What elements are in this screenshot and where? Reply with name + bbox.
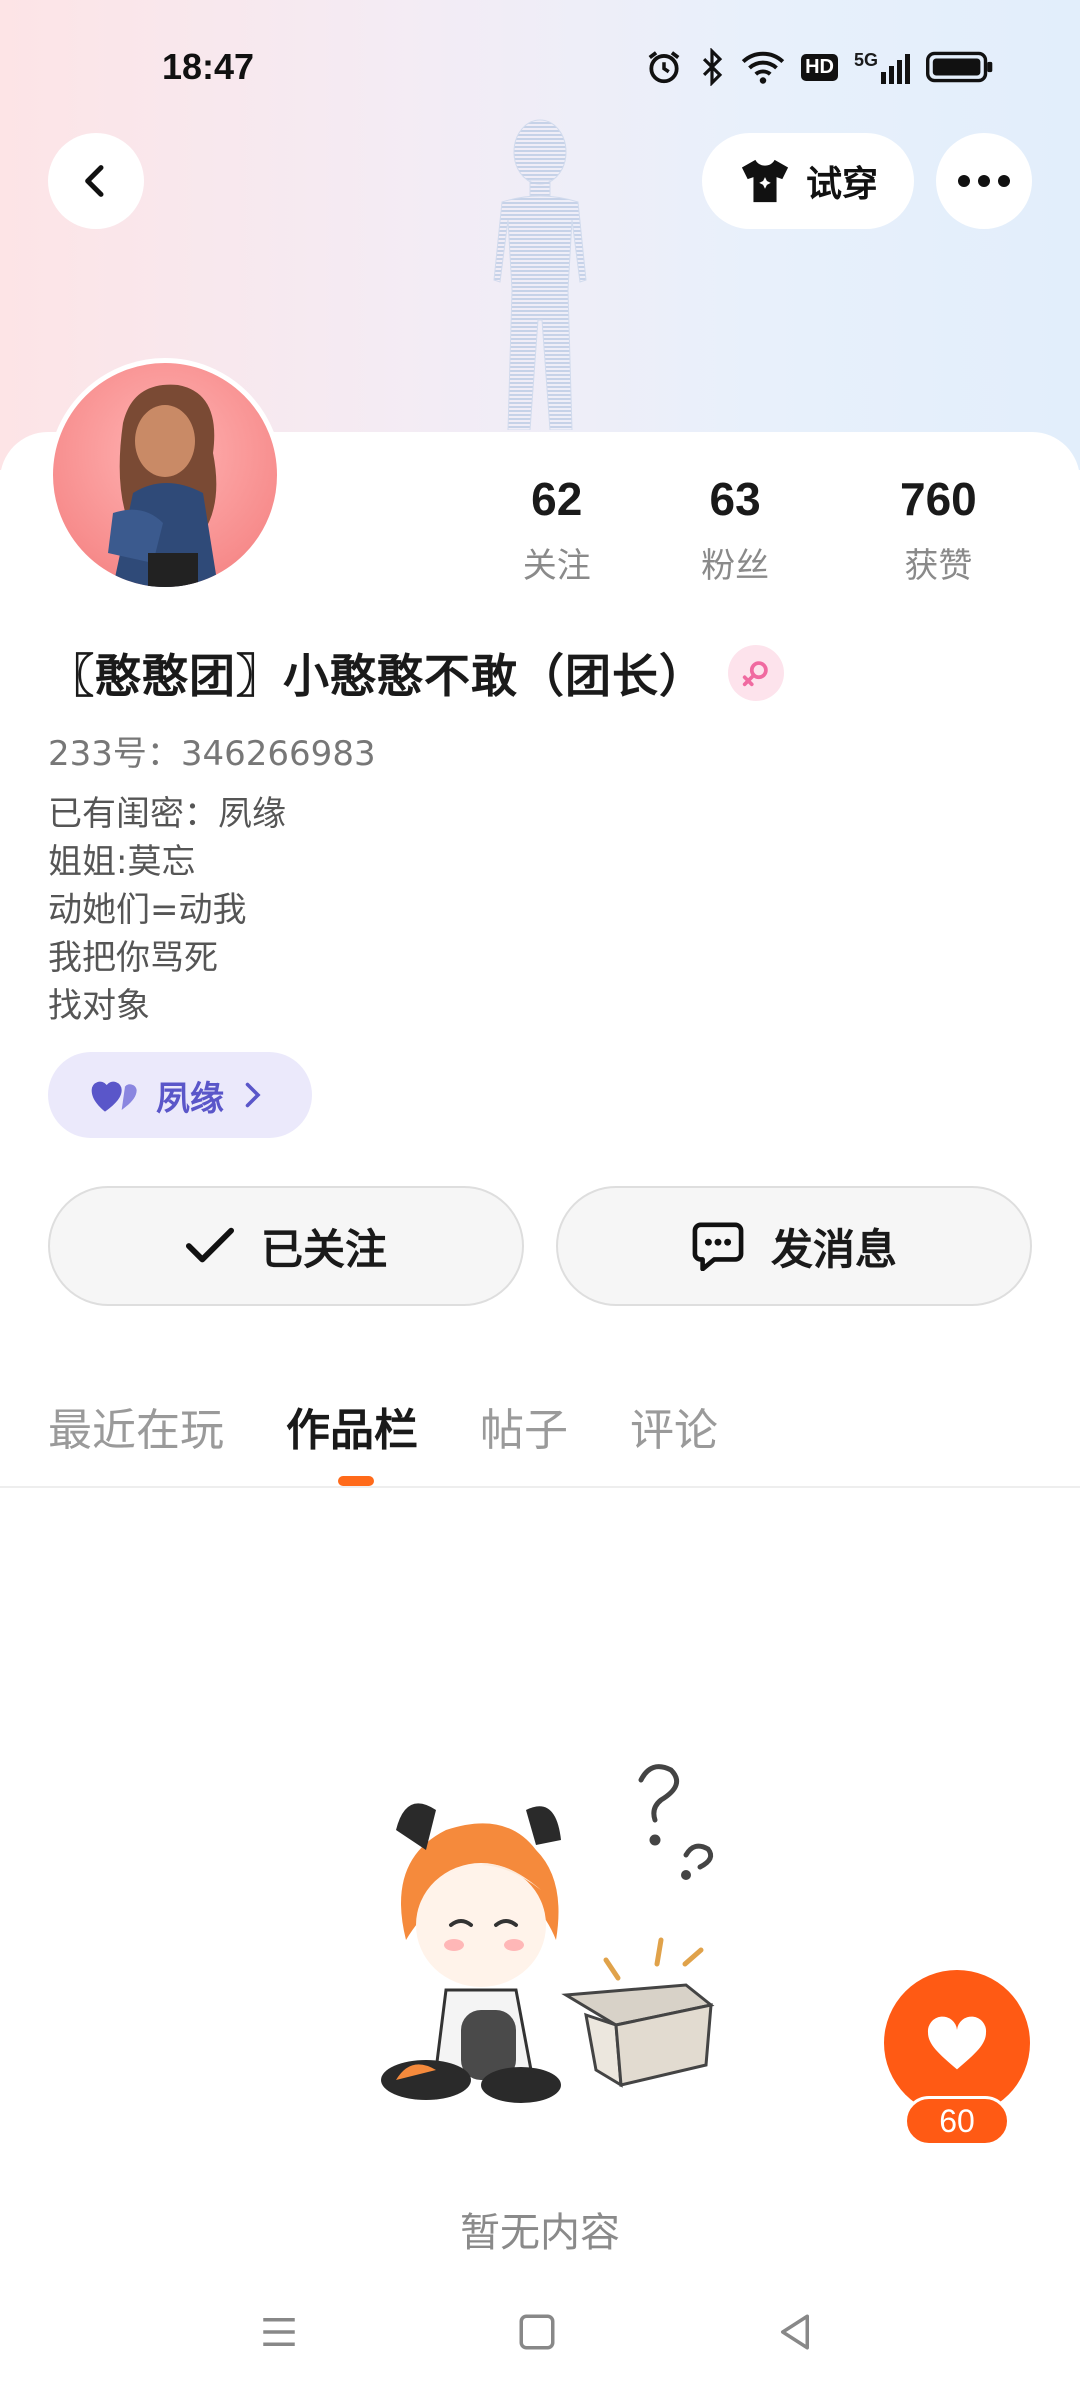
stat-likes-label: 获赞 [904, 546, 973, 586]
check-icon [185, 1227, 235, 1263]
heart-icon [927, 2016, 987, 2070]
bestie-chip[interactable]: 夙缘 [48, 1052, 312, 1138]
tshirt-icon [741, 159, 789, 203]
back-button[interactable] [48, 133, 144, 229]
home-square-icon[interactable] [516, 2310, 558, 2354]
user-id: 233号：346266983 [48, 734, 376, 774]
avatar[interactable] [48, 358, 282, 592]
stat-followers-label: 粉丝 [701, 546, 770, 586]
gender-badge [728, 645, 784, 701]
system-nav-bar [0, 2290, 1080, 2380]
network-label: 5G [853, 50, 878, 70]
avatar-illustration [108, 384, 218, 587]
stat-following-label: 关注 [522, 546, 591, 586]
bio-line: 动她们=动我 [48, 890, 247, 930]
tab-posts[interactable]: 帖子 [480, 1394, 568, 1458]
like-button[interactable] [884, 1970, 1030, 2116]
stat-likes-value: 760 [900, 473, 977, 525]
empty-state-text: 暂无内容 [460, 2210, 620, 2256]
status-time: 18:47 [162, 46, 255, 87]
bio: 已有闺密：夙缘 姐姐:莫忘 动她们=动我 我把你骂死 找对象 [48, 790, 286, 1030]
chevron-left-icon [85, 165, 104, 197]
hd-icon: HD [801, 53, 838, 81]
try-on-button[interactable]: 试穿 [702, 133, 914, 229]
try-on-label: 试穿 [805, 164, 878, 205]
avatar-3d-figure [493, 119, 587, 430]
following-button[interactable]: 已关注 [48, 1186, 524, 1306]
chat-bubble-icon [692, 1222, 744, 1271]
status-bar: 18:47 HD 5G [0, 0, 1080, 130]
bio-line: 我把你骂死 [48, 938, 218, 978]
wifi-icon [741, 51, 785, 84]
hearts-icon [91, 1081, 137, 1112]
stat-likes[interactable]: 760 获赞 [837, 472, 1040, 587]
more-button[interactable] [936, 133, 1032, 229]
5g-signal-icon: 5G [854, 50, 910, 84]
battery-icon [926, 51, 993, 83]
stat-following-value: 62 [531, 473, 583, 525]
send-message-button[interactable]: 发消息 [556, 1186, 1032, 1306]
tab-recently-played[interactable]: 最近在玩 [48, 1394, 224, 1458]
send-message-label: 发消息 [770, 1224, 897, 1274]
username-row: 〖憨憨团〗小憨憨不敢（团长） [48, 640, 784, 706]
tab-works[interactable]: 作品栏 [286, 1394, 418, 1458]
username: 〖憨憨团〗小憨憨不敢（团长） [48, 649, 706, 703]
bestie-label: 夙缘 [156, 1078, 224, 1119]
bio-line: 找对象 [48, 986, 150, 1026]
alarm-icon [648, 51, 680, 84]
bio-line: 已有闺密：夙缘 [48, 794, 286, 834]
stat-followers-value: 63 [709, 473, 761, 525]
active-tab-indicator [338, 1476, 374, 1486]
profile-stats: 62 关注 63 粉丝 760 获赞 [480, 472, 1040, 587]
profile-tabs: 最近在玩 作品栏 帖子 评论 [48, 1394, 780, 1458]
following-label: 已关注 [260, 1224, 387, 1274]
status-icons: HD 5G [645, 48, 994, 86]
stat-following[interactable]: 62 关注 [480, 472, 633, 587]
empty-state-illustration [381, 1764, 715, 2103]
bio-line: 姐姐:莫忘 [48, 842, 196, 882]
tab-comments[interactable]: 评论 [630, 1394, 718, 1458]
stat-followers[interactable]: 63 粉丝 [633, 472, 836, 587]
female-icon [742, 661, 768, 687]
back-triangle-icon[interactable] [774, 2310, 816, 2354]
chevron-right-icon [245, 1082, 261, 1108]
tab-divider [0, 1486, 1080, 1488]
bluetooth-icon [703, 48, 723, 86]
more-horizontal-icon [958, 175, 1010, 187]
menu-icon[interactable] [258, 2310, 300, 2354]
like-count: 60 [904, 2096, 1010, 2146]
